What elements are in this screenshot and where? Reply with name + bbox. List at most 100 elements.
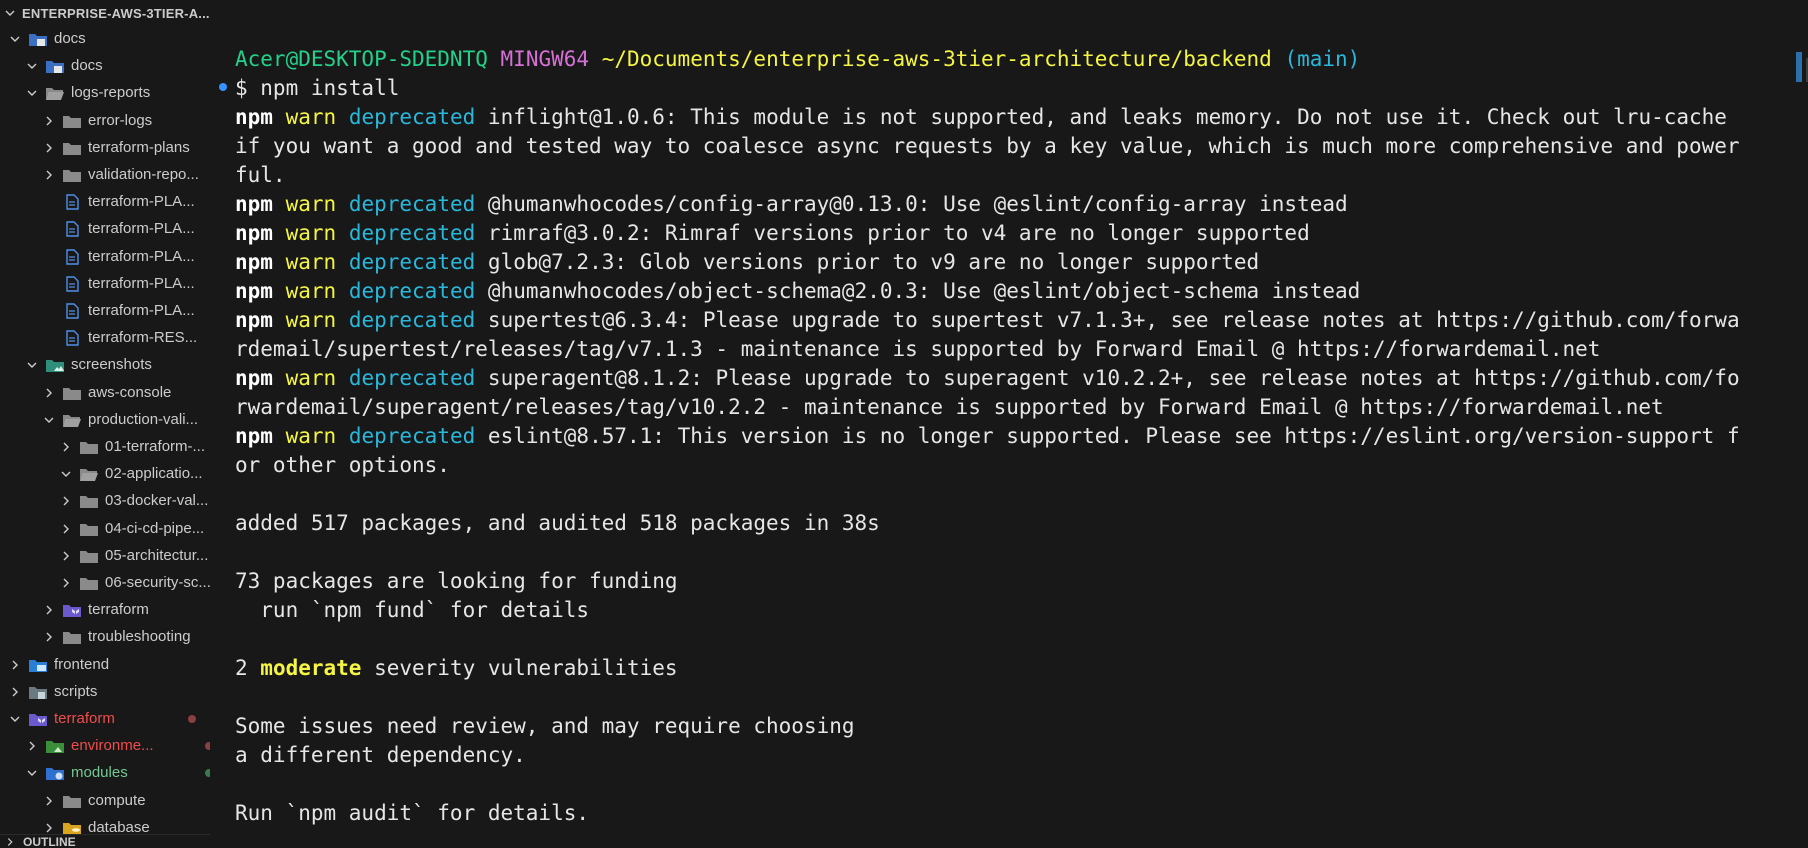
tree-item[interactable]: frontend (0, 651, 210, 678)
npm-label: npm (235, 424, 273, 448)
chevron-down-icon (25, 766, 39, 780)
tree-item[interactable]: environme... (0, 732, 210, 759)
tree-item[interactable]: compute (0, 787, 210, 814)
prompt-path: ~/Documents/enterprise-aws-3tier-archite… (601, 47, 1272, 71)
tree-item[interactable]: terraform-PLA... (0, 270, 210, 297)
tree-item[interactable]: 04-ci-cd-pipe... (0, 515, 210, 542)
tree-item-label: 02-applicatio... (105, 465, 203, 482)
warn-message: superagent@8.1.2: Please upgrade to supe… (487, 366, 1740, 390)
deprecated-label: deprecated (348, 192, 476, 216)
tree-item[interactable]: aws-console (0, 379, 210, 406)
npm-label: npm (235, 105, 273, 129)
npm-warn-continuation: or other options. (235, 453, 450, 477)
tree-item-label: docs (71, 57, 103, 74)
terraform-folder-icon (28, 711, 48, 727)
tree-item[interactable]: 03-docker-val... (0, 487, 210, 514)
tree-item[interactable]: screenshots (0, 351, 210, 378)
folder-icon (79, 493, 99, 509)
outline-section-header[interactable]: OUTLINE (0, 834, 210, 848)
deprecated-label: deprecated (348, 105, 476, 129)
tree-item-label: scripts (54, 683, 98, 700)
npm-label: npm (235, 192, 273, 216)
tree-item[interactable]: 02-applicatio... (0, 460, 210, 487)
tree-item[interactable]: validation-repo... (0, 161, 210, 188)
warn-message: @humanwhocodes/config-array@0.13.0: Use … (487, 192, 1348, 216)
tree-item-label: screenshots (71, 356, 152, 373)
npm-warn-line: npm warn deprecated inflight@1.0.6: This… (235, 103, 1790, 132)
warn-label: warn (285, 221, 337, 245)
file-icon (62, 193, 82, 210)
folder-icon (79, 575, 99, 591)
folder-open-icon (79, 466, 99, 482)
terminal-scrollbar[interactable] (1790, 0, 1808, 848)
npm-label: npm (235, 250, 273, 274)
command-decoration-icon[interactable] (219, 83, 227, 91)
review-line-1: Some issues need review, and may require… (235, 714, 855, 738)
vuln-count: 2 (235, 656, 261, 680)
tree-item[interactable]: terraform (0, 705, 210, 732)
images-folder-icon (45, 357, 65, 373)
tree-item[interactable]: error-logs (0, 107, 210, 134)
tree-item[interactable]: 06-security-sc... (0, 569, 210, 596)
tree-item[interactable]: terraform-plans (0, 134, 210, 161)
npm-warn-line: npm warn deprecated supertest@6.3.4: Ple… (235, 306, 1790, 335)
chevron-down-icon (25, 59, 39, 73)
added-packages-line: added 517 packages, and audited 518 pack… (235, 511, 880, 535)
tree-item[interactable]: docs (0, 52, 210, 79)
tree-item[interactable]: 05-architectur... (0, 542, 210, 569)
tree-item[interactable]: terraform-RES... (0, 324, 210, 351)
folder-icon (62, 385, 82, 401)
npm-warn-line: npm warn deprecated rimraf@3.0.2: Rimraf… (235, 219, 1790, 248)
chevron-right-icon (25, 739, 39, 753)
warn-label: warn (285, 250, 337, 274)
warn-label: warn (285, 366, 337, 390)
deprecated-label: deprecated (348, 279, 476, 303)
explorer-root-header[interactable]: ENTERPRISE-AWS-3TIER-A... (0, 0, 210, 26)
terminal-panel[interactable]: Acer@DESKTOP-SDEDNTQ MINGW64 ~/Documents… (210, 0, 1790, 848)
tree-item[interactable]: troubleshooting (0, 623, 210, 650)
environment-folder-icon (45, 738, 65, 754)
tree-item[interactable]: terraform-PLA... (0, 243, 210, 270)
tree-item[interactable]: terraform-PLA... (0, 215, 210, 242)
tree-item[interactable]: production-vali... (0, 406, 210, 433)
tree-item-label: logs-reports (71, 84, 151, 101)
chevron-down-icon (8, 32, 22, 46)
file-icon (62, 275, 82, 292)
folder-open-icon (45, 85, 65, 101)
tree-item[interactable]: terraform-PLA... (0, 188, 210, 215)
npm-warn-line: npm warn deprecated superagent@8.1.2: Pl… (235, 364, 1790, 393)
npm-label: npm (235, 279, 273, 303)
tree-item-label: 05-architectur... (105, 547, 209, 564)
tree-item-label: terraform (88, 601, 149, 618)
modules-folder-icon (45, 765, 65, 781)
chevron-right-icon (59, 576, 73, 590)
tree-item[interactable]: terraform-PLA... (0, 297, 210, 324)
prompt-shell: MINGW64 (500, 47, 590, 71)
npm-label: npm (235, 221, 273, 245)
npm-warn-continuation: rwardemail/superagent/releases/tag/v10.2… (235, 395, 1664, 419)
tree-item-label: validation-repo... (88, 166, 199, 183)
audit-line: Run `npm audit` for details. (235, 801, 590, 825)
tree-item[interactable]: scripts (0, 678, 210, 705)
chevron-right-icon (59, 549, 73, 563)
npm-label: npm (235, 366, 273, 390)
chevron-down-icon (25, 358, 39, 372)
chevron-down-icon (8, 712, 22, 726)
file-icon (62, 302, 82, 319)
chevron-right-icon (59, 522, 73, 536)
warn-message: inflight@1.0.6: This module is not suppo… (487, 105, 1727, 129)
tree-item[interactable]: docs (0, 25, 210, 52)
folder-icon (62, 140, 82, 156)
scrollbar-thumb[interactable] (1796, 52, 1802, 82)
npm-warn-continuation: if you want a good and tested way to coa… (235, 134, 1740, 158)
tree-item[interactable]: 01-terraform-... (0, 433, 210, 460)
tree-item[interactable]: modules (0, 759, 210, 786)
deprecated-label: deprecated (348, 250, 476, 274)
tree-item[interactable]: logs-reports (0, 79, 210, 106)
prompt-user: Acer@DESKTOP-SDEDNTQ (235, 47, 488, 71)
tree-item[interactable]: terraform (0, 596, 210, 623)
chevron-right-icon (42, 603, 56, 617)
